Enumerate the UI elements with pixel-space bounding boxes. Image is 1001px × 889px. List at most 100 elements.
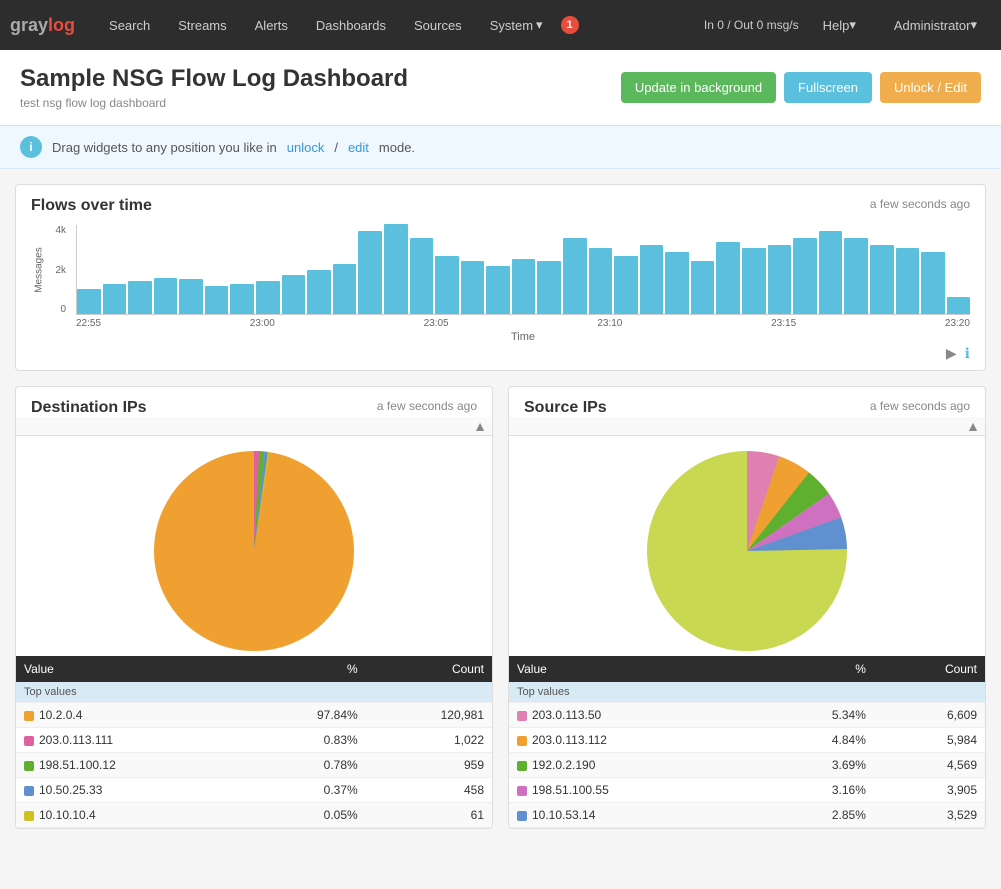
nav-dashboards[interactable]: Dashboards [302,0,400,50]
scroll-indicator: ▲ [16,417,492,436]
widget-title: Flows over time [31,197,152,215]
src-pie-chart [647,451,847,651]
bar [205,286,229,314]
src-col-count: Count [874,656,985,682]
widget-time: a few seconds ago [870,197,970,211]
nav-search[interactable]: Search [95,0,164,50]
info-icon: i [20,136,42,158]
bar [589,248,613,314]
bar [742,248,766,314]
bar [537,261,561,314]
bar [793,238,817,314]
src-widget-time: a few seconds ago [870,399,970,413]
table-row: 203.0.113.1110.83%1,022 [16,728,492,753]
widget-header: Flows over time a few seconds ago [16,185,985,215]
table-row: 203.0.113.1124.84%5,984 [509,728,985,753]
bar [486,266,510,314]
bar [819,231,843,314]
destination-ips-widget: Destination IPs a few seconds ago ▲ [15,386,493,829]
dest-group-header: Top values [16,682,492,703]
nav-streams[interactable]: Streams [164,0,240,50]
bar [77,289,101,314]
logo-text: graylog [10,15,75,36]
nav-help[interactable]: Help ▾ [809,0,870,50]
bar [230,284,254,314]
info-text: Drag widgets to any position you like in [52,140,277,155]
bar [410,238,434,314]
bar [282,275,306,314]
nav-admin[interactable]: Administrator ▾ [880,0,991,50]
scroll-up-icon[interactable]: ▲ [473,419,487,433]
page-subtitle: test nsg flow log dashboard [20,96,408,110]
dest-widget-header: Destination IPs a few seconds ago [16,387,492,417]
nav-alerts[interactable]: Alerts [241,0,302,50]
table-row: 10.50.25.330.37%458 [16,778,492,803]
source-ips-widget: Source IPs a few seconds ago ▲ [508,386,986,829]
bar [947,297,971,314]
table-row: 10.2.0.497.84%120,981 [16,703,492,728]
navbar: graylog Search Streams Alerts Dashboards… [0,0,1001,50]
bar [844,238,868,314]
main-content: Flows over time a few seconds ago 4k 2k … [0,169,1001,844]
chevron-down-icon: ▾ [536,17,543,33]
src-col-pct: % [758,656,874,682]
header-buttons: Update in background Fullscreen Unlock /… [621,72,981,103]
bar [768,245,792,314]
bar-chart-area [76,225,970,315]
dest-pie-chart [154,451,354,651]
yaxis-label: Messages [33,247,44,293]
table-row: 192.0.2.1903.69%4,569 [509,753,985,778]
fullscreen-button[interactable]: Fullscreen [784,72,872,103]
bar [333,264,357,314]
chevron-down-icon: ▾ [849,17,856,33]
xaxis: 22:55 23:00 23:05 23:10 23:15 23:20 [76,315,970,329]
bar [921,252,945,314]
bar [563,238,587,314]
bar [640,245,664,314]
unlock-edit-button[interactable]: Unlock / Edit [880,72,981,103]
src-widget-header: Source IPs a few seconds ago [509,387,985,417]
bar [154,278,178,314]
xlabel: Time [76,331,970,343]
nav-right: In 0 / Out 0 msg/s Help ▾ Administrator … [704,0,991,50]
table-row: 10.10.53.142.85%3,529 [509,803,985,828]
flows-over-time-widget: Flows over time a few seconds ago 4k 2k … [15,184,986,371]
dest-widget-title: Destination IPs [31,399,147,417]
dest-table-scroll[interactable]: Value % Count Top values 10.2.0.497.84%1… [16,656,492,828]
dest-col-count: Count [366,656,492,682]
nav-items: Search Streams Alerts Dashboards Sources… [95,0,704,50]
logo: graylog [10,15,75,36]
src-widget-title: Source IPs [524,399,607,417]
src-group-header: Top values [509,682,985,703]
nav-system[interactable]: System ▾ [476,0,557,50]
bar [716,242,740,314]
table-row: 198.51.100.553.16%3,905 [509,778,985,803]
bar [358,231,382,314]
edit-link[interactable]: edit [348,140,369,155]
chevron-down-icon: ▾ [970,17,977,33]
table-row: 10.10.10.40.05%61 [16,803,492,828]
src-scroll-up-icon[interactable]: ▲ [966,419,980,433]
bar [614,256,638,314]
unlock-link[interactable]: unlock [287,140,325,155]
info-text2: mode. [379,140,415,155]
dest-table: Value % Count Top values 10.2.0.497.84%1… [16,656,492,828]
table-row: 198.51.100.120.78%959 [16,753,492,778]
bar [179,279,203,314]
nav-sources[interactable]: Sources [400,0,476,50]
info-bar: i Drag widgets to any position you like … [0,126,1001,169]
update-background-button[interactable]: Update in background [621,72,776,103]
info-circle-icon[interactable]: ℹ [965,345,970,362]
bar [256,281,280,314]
bar [665,252,689,314]
dest-col-value: Value [16,656,245,682]
bar [307,270,331,314]
widget-footer: ▶ ℹ [16,340,985,370]
nav-badge: 1 [561,16,579,34]
bar [896,248,920,314]
bar [691,261,715,314]
src-table-scroll[interactable]: Value % Count Top values 203.0.113.505.3… [509,656,985,828]
play-icon[interactable]: ▶ [946,345,957,362]
widgets-row: Destination IPs a few seconds ago ▲ [15,386,986,829]
info-separator: / [334,140,338,155]
